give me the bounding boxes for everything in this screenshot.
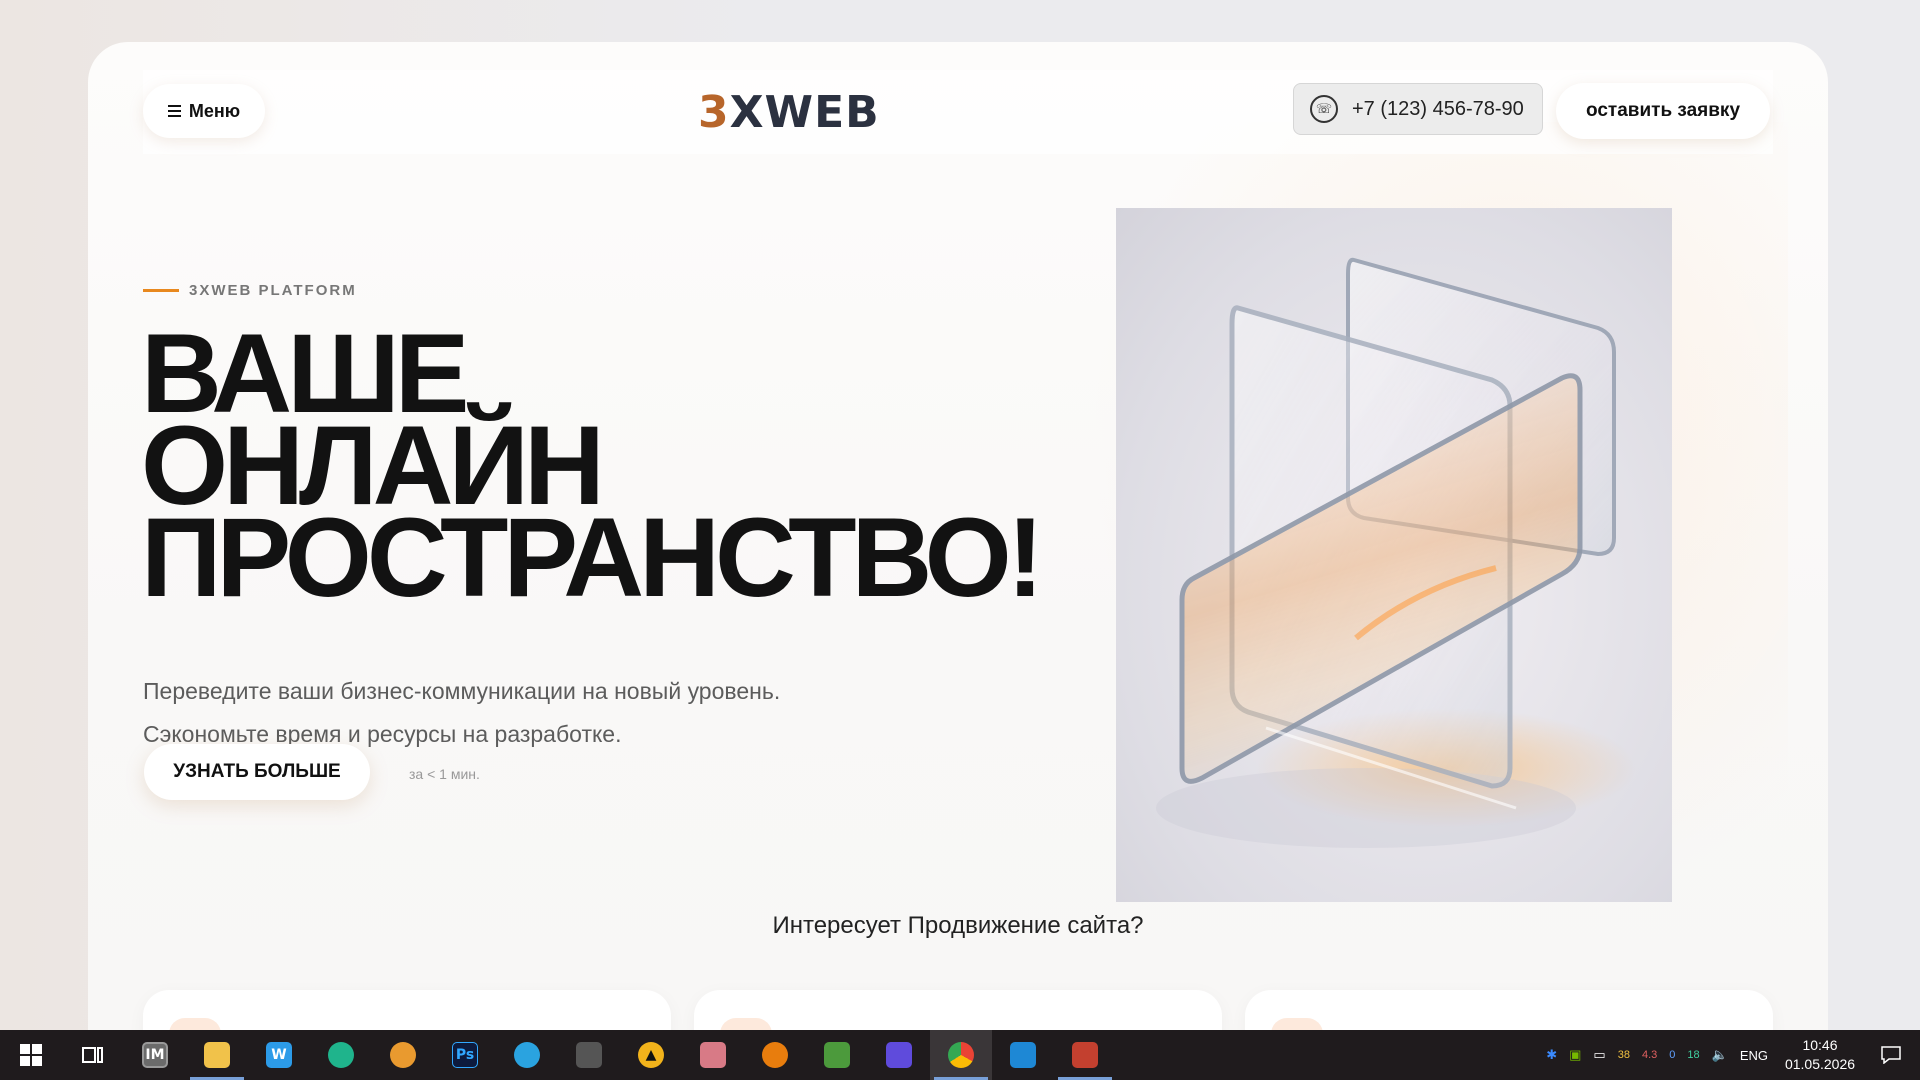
taskbar-app[interactable] [868, 1030, 930, 1080]
learn-more-button[interactable]: УЗНАТЬ БОЛЬШЕ [144, 744, 370, 800]
leave-request-button[interactable]: оставить заявку [1556, 83, 1770, 139]
photoshop-icon: Ps [452, 1042, 478, 1068]
taskbar-app[interactable]: IM [124, 1030, 186, 1080]
phone-link[interactable]: ☏ +7 (123) 456-78-90 [1293, 83, 1543, 135]
windows-taskbar: IM W Ps ▲ ✱ ▣ ▭ 38 4.3 0 18 🔈 ENG 10:46 … [0, 1030, 1920, 1080]
app-chat-icon [886, 1042, 912, 1068]
taskbar-app[interactable] [930, 1030, 992, 1080]
eyebrow-text: 3XWEB PLATFORM [189, 282, 357, 299]
app-eye-icon [390, 1042, 416, 1068]
task-view-icon [82, 1047, 103, 1063]
hero-title-line: ПРОСТРАНСТВО! [141, 495, 1044, 620]
tray-value-2: 4.3 [1641, 1049, 1658, 1061]
menu-label: Меню [188, 100, 241, 121]
taskbar-app[interactable] [744, 1030, 806, 1080]
taskbar-app[interactable]: Ps [434, 1030, 496, 1080]
hero-subtitle-line: Переведите ваши бизнес-коммуникации на н… [143, 678, 781, 704]
app-im-icon: IM [142, 1042, 168, 1068]
taskbar-app[interactable] [1054, 1030, 1116, 1080]
tray-value-3: 0 [1669, 1049, 1676, 1061]
taskbar-app[interactable] [806, 1030, 868, 1080]
logo-text: XWEB [729, 86, 880, 138]
notifications-button[interactable] [1872, 1030, 1910, 1080]
windows-logo-icon [20, 1044, 42, 1066]
eyebrow-line [143, 289, 179, 292]
clock-time: 10:46 [1802, 1037, 1838, 1053]
site-header: Меню 3 XWEB ☏ +7 (123) 456-78-90 оставить… [143, 70, 1773, 154]
taskbar-app[interactable] [682, 1030, 744, 1080]
phone-icon: ☏ [1310, 95, 1338, 123]
taskbar-app[interactable]: ▲ [620, 1030, 682, 1080]
taskbar-app[interactable]: W [248, 1030, 310, 1080]
clock[interactable]: 10:46 01.05.2026 [1780, 1036, 1860, 1074]
nvidia-icon[interactable]: ▣ [1569, 1047, 1581, 1063]
taskbar-app[interactable] [992, 1030, 1054, 1080]
tray-value-4: 18 [1687, 1049, 1700, 1061]
taskbar-app[interactable] [186, 1030, 248, 1080]
phone-number: +7 (123) 456-78-90 [1352, 97, 1524, 120]
app-books-icon [1072, 1042, 1098, 1068]
app-image-icon [824, 1042, 850, 1068]
taskbar-app[interactable] [496, 1030, 558, 1080]
time-note: за < 1 мин. [409, 766, 480, 782]
hero-title: ВАШЕ ОНЛАЙН ПРОСТРАНСТВО! [141, 318, 1141, 620]
volume-icon[interactable]: 🔈 [1712, 1047, 1728, 1063]
notification-icon [1881, 1046, 1901, 1064]
menu-button[interactable]: Меню [143, 84, 265, 138]
file-explorer-icon [204, 1042, 230, 1068]
bluetooth-icon[interactable]: ✱ [1546, 1047, 1557, 1063]
hero-glass-image [1116, 208, 1672, 902]
app-w-icon: W [266, 1042, 292, 1068]
taskbar-app[interactable] [310, 1030, 372, 1080]
taskbar-app[interactable] [558, 1030, 620, 1080]
language-indicator[interactable]: ENG [1740, 1048, 1768, 1063]
clock-date: 01.05.2026 [1784, 1056, 1856, 1072]
system-tray: ✱ ▣ ▭ 38 4.3 0 18 🔈 ENG 10:46 01.05.2026 [1546, 1030, 1920, 1080]
hero-eyebrow: 3XWEB PLATFORM [143, 282, 357, 299]
taskbar-app[interactable] [372, 1030, 434, 1080]
app-gamepad-icon [576, 1042, 602, 1068]
hamburger-icon [167, 105, 181, 117]
telegram-icon [514, 1042, 540, 1068]
app-triangle-icon: ▲ [638, 1042, 664, 1068]
app-character-icon [700, 1042, 726, 1068]
tray-value-1: 38 [1617, 1049, 1630, 1061]
chrome-icon [948, 1042, 974, 1068]
app-turtle-icon [328, 1042, 354, 1068]
blender-icon [762, 1042, 788, 1068]
network-icon[interactable]: ▭ [1593, 1047, 1605, 1063]
vscode-icon [1010, 1042, 1036, 1068]
section-question: Интересует Продвижение сайта? [772, 912, 1144, 939]
page-card: Меню 3 XWEB ☏ +7 (123) 456-78-90 оставить… [88, 42, 1828, 1042]
logo[interactable]: 3 XWEB [698, 86, 880, 138]
task-view-button[interactable] [62, 1030, 124, 1080]
logo-prefix: 3 [698, 86, 730, 138]
start-button[interactable] [0, 1030, 62, 1080]
